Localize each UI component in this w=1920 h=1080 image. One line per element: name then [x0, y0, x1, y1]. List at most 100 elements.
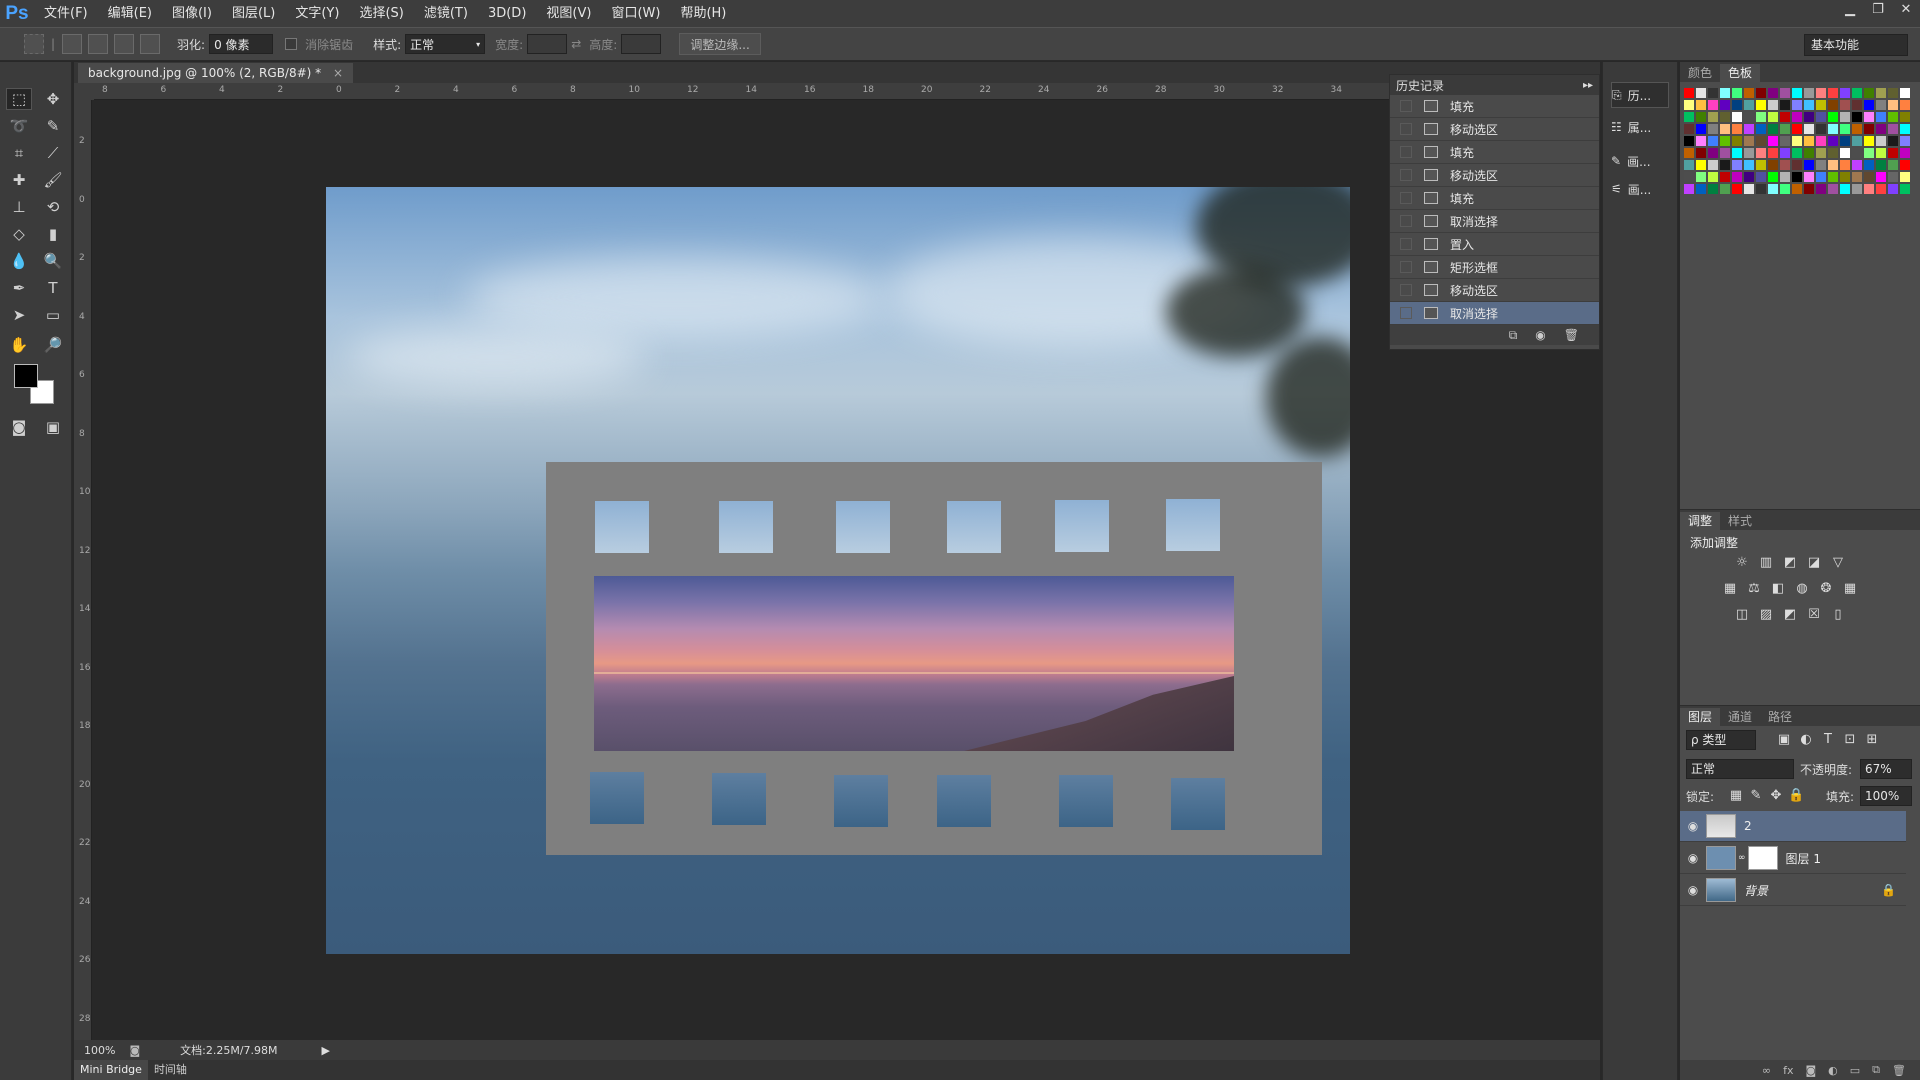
- lock-position-icon[interactable]: ✥: [1768, 789, 1784, 803]
- color-swatch[interactable]: [1804, 148, 1814, 158]
- color-swatch[interactable]: [1756, 136, 1766, 146]
- shape-tool-icon[interactable]: ▭: [40, 304, 66, 326]
- history-source-checkbox[interactable]: [1400, 215, 1412, 227]
- menu-edit[interactable]: 编辑(E): [98, 0, 162, 27]
- color-swatch[interactable]: [1888, 160, 1898, 170]
- color-swatch[interactable]: [1720, 148, 1730, 158]
- color-swatch[interactable]: [1864, 136, 1874, 146]
- color-swatch[interactable]: [1864, 88, 1874, 98]
- tab-mini-bridge[interactable]: Mini Bridge: [74, 1060, 148, 1080]
- color-swatch[interactable]: [1684, 160, 1694, 170]
- color-swatch[interactable]: [1828, 172, 1838, 182]
- workspace-select[interactable]: 基本功能: [1804, 34, 1908, 56]
- snapshot-icon[interactable]: ◉: [1535, 328, 1545, 342]
- color-swatch[interactable]: [1864, 124, 1874, 134]
- selective-color-icon[interactable]: ☒: [1806, 608, 1822, 622]
- color-swatch[interactable]: [1900, 160, 1910, 170]
- color-swatch[interactable]: [1816, 148, 1826, 158]
- history-item[interactable]: 矩形选框: [1390, 256, 1599, 279]
- color-swatch[interactable]: [1792, 148, 1802, 158]
- color-swatch[interactable]: [1696, 112, 1706, 122]
- layer-row[interactable]: ◉ 背景 🔒: [1680, 875, 1906, 906]
- color-swatch[interactable]: [1708, 160, 1718, 170]
- dock-brush-presets[interactable]: ⚟ 画...: [1611, 176, 1669, 202]
- color-swatch[interactable]: [1888, 184, 1898, 194]
- color-swatch[interactable]: [1768, 88, 1778, 98]
- trash-icon[interactable]: 🗑: [1564, 328, 1579, 342]
- tab-close-icon[interactable]: ×: [333, 66, 343, 80]
- fx-icon[interactable]: fx: [1783, 1064, 1793, 1077]
- menu-window[interactable]: 窗口(W): [601, 0, 670, 27]
- history-item[interactable]: 填充: [1390, 187, 1599, 210]
- color-swatch[interactable]: [1852, 184, 1862, 194]
- color-swatch[interactable]: [1744, 148, 1754, 158]
- color-swatch[interactable]: [1900, 88, 1910, 98]
- history-item[interactable]: 置入: [1390, 233, 1599, 256]
- color-swatch[interactable]: [1840, 172, 1850, 182]
- new-document-from-state-icon[interactable]: ⧉: [1509, 328, 1518, 343]
- color-swatch[interactable]: [1852, 88, 1862, 98]
- hand-tool-icon[interactable]: ✋: [6, 334, 32, 356]
- refine-edge-button[interactable]: 调整边缘...: [679, 33, 761, 55]
- history-source-checkbox[interactable]: [1400, 169, 1412, 181]
- canvas-area[interactable]: [94, 100, 1600, 1040]
- eye-icon[interactable]: ◉: [1680, 883, 1706, 897]
- color-swatch[interactable]: [1720, 88, 1730, 98]
- hue-saturation-icon[interactable]: ▦: [1722, 582, 1738, 596]
- color-swatch[interactable]: [1816, 160, 1826, 170]
- color-swatch[interactable]: [1768, 184, 1778, 194]
- quick-mask-icon[interactable]: ◙: [6, 416, 32, 438]
- zoom-level[interactable]: 100%: [84, 1044, 115, 1057]
- color-swatch[interactable]: [1684, 184, 1694, 194]
- color-swatch[interactable]: [1732, 136, 1742, 146]
- color-swatch[interactable]: [1684, 136, 1694, 146]
- close-icon[interactable]: ✕: [1892, 0, 1920, 18]
- eye-icon[interactable]: ◉: [1680, 851, 1706, 865]
- color-swatch[interactable]: [1756, 184, 1766, 194]
- curves-icon[interactable]: ◩: [1782, 556, 1798, 570]
- color-swatch[interactable]: [1840, 136, 1850, 146]
- color-swatch[interactable]: [1792, 160, 1802, 170]
- color-swatch[interactable]: [1888, 88, 1898, 98]
- history-source-checkbox[interactable]: [1400, 123, 1412, 135]
- color-swatch[interactable]: [1840, 88, 1850, 98]
- color-swatch[interactable]: [1732, 172, 1742, 182]
- color-swatch[interactable]: [1732, 100, 1742, 110]
- color-swatch[interactable]: [1828, 160, 1838, 170]
- color-swatch[interactable]: [1708, 172, 1718, 182]
- brightness-icon[interactable]: ☼: [1734, 556, 1750, 570]
- color-swatch[interactable]: [1804, 172, 1814, 182]
- color-swatch[interactable]: [1876, 136, 1886, 146]
- color-swatch[interactable]: [1864, 148, 1874, 158]
- levels-icon[interactable]: ▥: [1758, 556, 1774, 570]
- color-swatch[interactable]: [1840, 100, 1850, 110]
- color-swatch[interactable]: [1684, 124, 1694, 134]
- menu-help[interactable]: 帮助(H): [670, 0, 736, 27]
- color-swatch[interactable]: [1828, 136, 1838, 146]
- color-swatch[interactable]: [1852, 124, 1862, 134]
- color-swatch[interactable]: [1708, 136, 1718, 146]
- marquee-preset-icon[interactable]: [24, 34, 44, 54]
- rect-marquee-tool-icon[interactable]: ⬚: [6, 88, 32, 110]
- quick-select-tool-icon[interactable]: ✎: [40, 115, 66, 137]
- color-swatch[interactable]: [1864, 184, 1874, 194]
- color-swatch[interactable]: [1804, 184, 1814, 194]
- color-swatch[interactable]: [1816, 136, 1826, 146]
- color-swatch[interactable]: [1876, 100, 1886, 110]
- layer-name[interactable]: 图层 1: [1786, 850, 1821, 867]
- color-swatch[interactable]: [1780, 148, 1790, 158]
- color-swatch[interactable]: [1828, 148, 1838, 158]
- color-swatch[interactable]: [1756, 88, 1766, 98]
- color-swatch[interactable]: [1768, 160, 1778, 170]
- color-swatch[interactable]: [1780, 100, 1790, 110]
- gradient-map-icon[interactable]: ▯: [1830, 608, 1846, 622]
- color-swatch[interactable]: [1756, 160, 1766, 170]
- menu-select[interactable]: 选择(S): [349, 0, 413, 27]
- color-swatch[interactable]: [1780, 160, 1790, 170]
- color-swatch[interactable]: [1720, 184, 1730, 194]
- layer-name[interactable]: 2: [1744, 819, 1752, 833]
- color-swatch[interactable]: [1744, 184, 1754, 194]
- color-swatch[interactable]: [1876, 112, 1886, 122]
- color-swatch[interactable]: [1756, 124, 1766, 134]
- history-brush-tool-icon[interactable]: ⟲: [40, 196, 66, 218]
